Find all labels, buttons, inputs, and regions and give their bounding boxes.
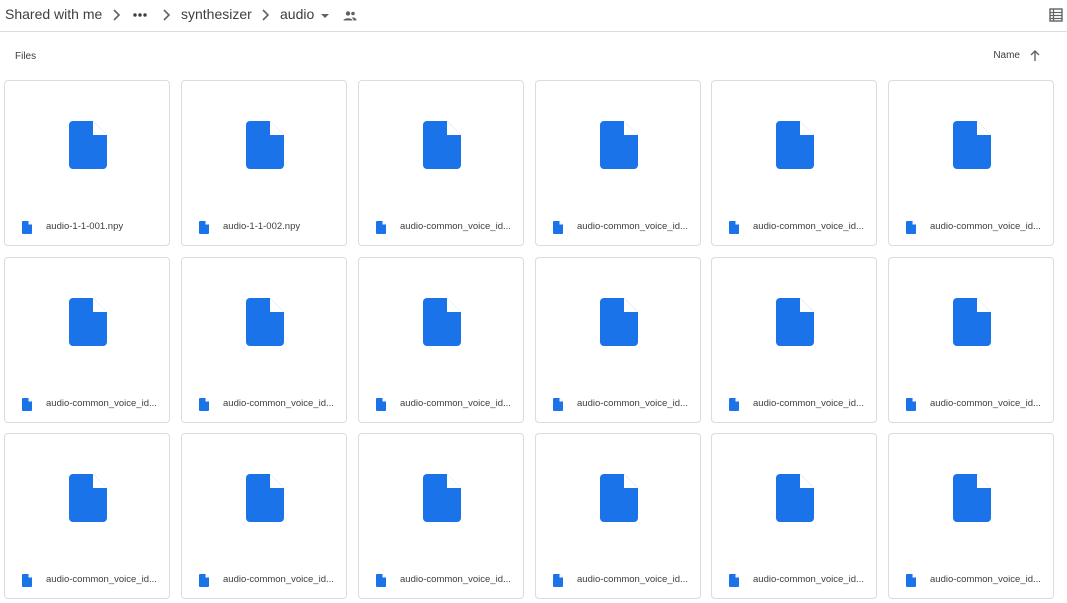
file-name: audio-common_voice_id... — [577, 398, 688, 409]
file-tile[interactable]: audio-1-1-001.npy — [4, 80, 170, 246]
file-name: audio-common_voice_id... — [930, 574, 1041, 585]
chevron-right-icon — [113, 9, 121, 21]
file-icon — [423, 121, 461, 169]
file-icon — [600, 121, 638, 169]
file-icon — [423, 474, 461, 522]
file-icon — [600, 298, 638, 346]
file-tile[interactable]: audio-common_voice_id... — [888, 433, 1054, 599]
list-view-icon[interactable] — [1048, 7, 1064, 23]
file-name: audio-common_voice_id... — [753, 221, 864, 232]
file-tile[interactable]: audio-common_voice_id... — [358, 80, 524, 246]
file-icon — [199, 398, 209, 411]
file-tile[interactable]: audio-common_voice_id... — [181, 433, 347, 599]
file-icon — [906, 574, 916, 587]
file-name: audio-1-1-001.npy — [46, 221, 124, 232]
section-title-files: Files — [15, 51, 37, 62]
file-tile[interactable]: audio-common_voice_id... — [4, 433, 170, 599]
people-icon — [343, 11, 357, 21]
file-name: audio-common_voice_id... — [930, 398, 1041, 409]
file-icon — [22, 574, 32, 587]
file-tile[interactable]: audio-common_voice_id... — [4, 257, 170, 423]
file-icon — [776, 298, 814, 346]
file-icon — [776, 121, 814, 169]
file-icon — [246, 121, 284, 169]
file-icon — [553, 574, 563, 587]
file-tile[interactable]: audio-common_voice_id... — [535, 80, 701, 246]
file-icon — [729, 574, 739, 587]
sort-by-name-button[interactable]: Name — [993, 50, 1020, 61]
breadcrumb-synthesizer[interactable]: synthesizer — [181, 6, 252, 22]
file-name: audio-common_voice_id... — [930, 221, 1041, 232]
file-tile[interactable]: audio-1-1-002.npy — [181, 80, 347, 246]
file-name: audio-common_voice_id... — [400, 574, 511, 585]
file-icon — [729, 398, 739, 411]
file-name: audio-common_voice_id... — [46, 398, 157, 409]
file-icon — [776, 474, 814, 522]
file-icon — [553, 398, 563, 411]
file-name: audio-common_voice_id... — [753, 398, 864, 409]
file-icon — [22, 398, 32, 411]
file-tile[interactable]: audio-common_voice_id... — [711, 80, 877, 246]
file-icon — [953, 474, 991, 522]
chevron-right-icon — [262, 9, 270, 21]
arrow-drop-down-icon[interactable] — [319, 10, 331, 22]
file-icon — [729, 221, 739, 234]
file-name: audio-common_voice_id... — [223, 574, 334, 585]
file-icon — [953, 298, 991, 346]
file-icon — [906, 398, 916, 411]
file-name: audio-common_voice_id... — [400, 221, 511, 232]
file-icon — [376, 221, 386, 234]
file-icon — [199, 221, 209, 234]
arrow-upward-icon[interactable] — [1028, 49, 1042, 63]
breadcrumb-bar: Shared with me synthesizer audio — [0, 0, 1067, 32]
breadcrumb-shared-with-me[interactable]: Shared with me — [5, 6, 102, 22]
file-icon — [376, 574, 386, 587]
file-tile[interactable]: audio-common_voice_id... — [181, 257, 347, 423]
file-name: audio-common_voice_id... — [223, 398, 334, 409]
file-name: audio-common_voice_id... — [46, 574, 157, 585]
file-icon — [246, 298, 284, 346]
breadcrumb-audio[interactable]: audio — [280, 6, 314, 22]
file-icon — [906, 221, 916, 234]
file-icon — [69, 298, 107, 346]
file-icon — [69, 474, 107, 522]
file-tile[interactable]: audio-common_voice_id... — [535, 257, 701, 423]
file-icon — [69, 121, 107, 169]
file-icon — [600, 474, 638, 522]
file-icon — [199, 574, 209, 587]
file-icon — [246, 474, 284, 522]
more-horiz-icon[interactable] — [131, 6, 149, 24]
file-icon — [423, 298, 461, 346]
file-tile[interactable]: audio-common_voice_id... — [888, 80, 1054, 246]
chevron-right-icon — [163, 9, 171, 21]
file-icon — [376, 398, 386, 411]
file-name: audio-1-1-002.npy — [223, 221, 301, 232]
file-icon — [953, 121, 991, 169]
file-icon — [22, 221, 32, 234]
file-tile[interactable]: audio-common_voice_id... — [888, 257, 1054, 423]
file-tile[interactable]: audio-common_voice_id... — [711, 257, 877, 423]
file-tile[interactable]: audio-common_voice_id... — [711, 433, 877, 599]
file-tile[interactable]: audio-common_voice_id... — [535, 433, 701, 599]
file-name: audio-common_voice_id... — [577, 574, 688, 585]
file-name: audio-common_voice_id... — [577, 221, 688, 232]
file-tile[interactable]: audio-common_voice_id... — [358, 257, 524, 423]
file-name: audio-common_voice_id... — [400, 398, 511, 409]
file-icon — [553, 221, 563, 234]
file-tile[interactable]: audio-common_voice_id... — [358, 433, 524, 599]
file-name: audio-common_voice_id... — [753, 574, 864, 585]
